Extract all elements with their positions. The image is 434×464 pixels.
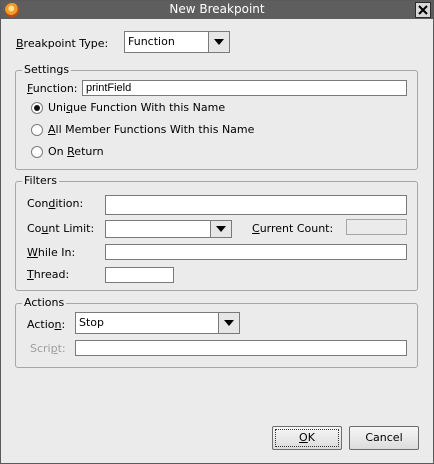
thread-input[interactable] (105, 267, 174, 283)
chevron-down-icon (224, 320, 234, 326)
action-label: Action: (27, 318, 66, 331)
title-bar[interactable]: New Breakpoint (1, 1, 433, 19)
breakpoint-type-label: Breakpoint Type: (16, 37, 109, 50)
breakpoint-type-value: Function (128, 35, 175, 48)
count-limit-dropdown-button[interactable] (210, 221, 231, 237)
radio-on-return[interactable] (31, 146, 43, 158)
condition-label: Condition: (27, 197, 84, 210)
radio-on-return-label[interactable]: On Return (48, 145, 104, 158)
condition-input[interactable] (105, 195, 407, 215)
chevron-down-icon (214, 39, 224, 45)
thread-label: Thread: (27, 268, 70, 281)
action-value: Stop (79, 316, 105, 329)
script-input[interactable] (75, 340, 407, 356)
count-limit-label: Count Limit: (27, 222, 95, 235)
while-in-label: While In: (27, 246, 76, 259)
ok-button[interactable]: OK (272, 426, 342, 450)
actions-legend: Actions (22, 296, 67, 309)
function-input[interactable] (82, 80, 407, 96)
settings-legend: Settings (22, 63, 72, 76)
window-title: New Breakpoint (169, 2, 265, 16)
chevron-down-icon (216, 226, 226, 232)
function-label: Function: (27, 82, 78, 95)
current-count-field (346, 219, 407, 235)
close-button[interactable] (415, 2, 431, 18)
script-label: Script: (30, 342, 66, 355)
action-dropdown-button[interactable] (218, 313, 239, 333)
cancel-button[interactable]: Cancel (349, 426, 419, 450)
current-count-label: Current Count: (252, 222, 334, 235)
radio-all-member-functions[interactable] (31, 124, 43, 136)
action-select[interactable]: Stop (75, 312, 240, 334)
radio-unique-function-label[interactable]: Unique Function With this Name (48, 101, 225, 114)
breakpoint-type-select[interactable]: Function (124, 31, 230, 53)
close-icon (418, 5, 428, 15)
breakpoint-type-dropdown-button[interactable] (208, 32, 229, 52)
radio-unique-function[interactable] (31, 102, 43, 114)
radio-all-member-functions-label[interactable]: All Member Functions With this Name (48, 123, 254, 136)
filters-legend: Filters (22, 174, 59, 187)
count-limit-select[interactable] (105, 220, 232, 238)
while-in-input[interactable] (105, 244, 407, 260)
